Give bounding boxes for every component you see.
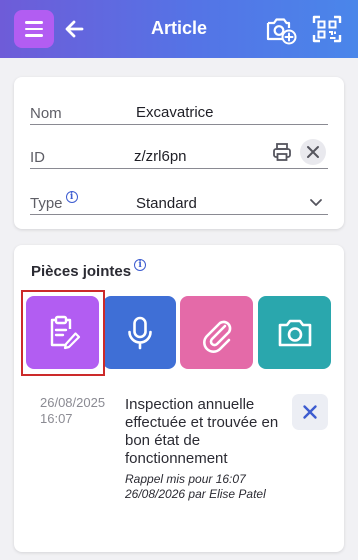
type-info-icon[interactable]: i (65, 191, 78, 203)
attachment-reminder: Rappel mis pour 16:07 26/08/2026 par Eli… (125, 472, 266, 501)
clear-id-icon[interactable] (300, 139, 326, 165)
close-icon (303, 405, 317, 419)
chevron-down-icon (309, 195, 323, 213)
name-field[interactable]: Nom Excavatrice (30, 95, 328, 125)
name-label: Nom (30, 105, 62, 122)
attachment-time-value: 16:07 (40, 411, 73, 426)
attachment-text[interactable]: Inspection annuelle effectuée et trouvée… (125, 396, 285, 468)
add-audio-button[interactable] (103, 296, 176, 369)
attachments-card: Pièces jointes i 26/08/2025 16:07 Inspect… (14, 245, 344, 552)
id-value[interactable]: z/zrl6pn (134, 148, 187, 165)
microphone-icon (127, 316, 152, 349)
attachments-title-text: Pièces jointes (31, 263, 132, 280)
id-field[interactable]: ID z/zrl6pn (30, 139, 328, 169)
type-select[interactable]: Type i Standard (30, 185, 328, 215)
print-icon[interactable] (269, 139, 295, 165)
selection-highlight (21, 290, 105, 376)
attachment-date-value: 26/08/2025 (40, 395, 106, 410)
page-title: Article (150, 18, 208, 38)
app-header: Article (0, 0, 358, 58)
attachments-title: Pièces jointes i (31, 259, 147, 280)
attachment-date: 26/08/2025 16:07 (40, 395, 118, 427)
type-label: Type i (30, 191, 78, 212)
camera-add-icon[interactable] (264, 12, 298, 46)
delete-attachment-button[interactable] (292, 394, 328, 430)
add-file-button[interactable] (180, 296, 253, 369)
name-value[interactable]: Excavatrice (136, 104, 214, 121)
add-photo-button[interactable] (258, 296, 331, 369)
paperclip-icon (202, 320, 231, 353)
type-label-text: Type (30, 195, 63, 212)
details-card: Nom Excavatrice ID z/zrl6pn Type i Standa… (14, 77, 344, 229)
attachments-info-icon[interactable]: i (134, 259, 147, 271)
id-label: ID (30, 149, 45, 166)
type-value[interactable]: Standard (136, 195, 197, 212)
qr-scan-icon[interactable] (310, 12, 344, 46)
camera-icon (278, 319, 311, 346)
